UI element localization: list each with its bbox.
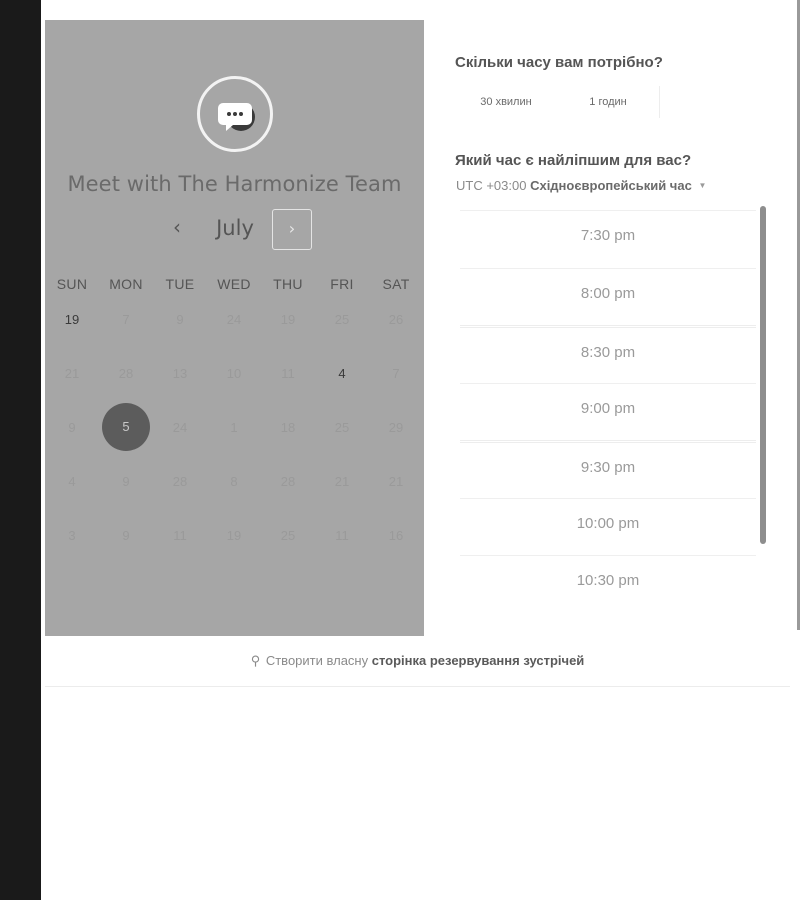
calendar-day: 21 (64, 365, 80, 381)
calendar-day: 21 (388, 473, 404, 489)
prev-month-button[interactable]: ‹ (163, 213, 191, 241)
calendar-day: 25 (334, 419, 350, 435)
calendar-week: 4 9 28 8 28 21 21 (45, 454, 424, 508)
time-slot[interactable]: 9:00 pm (460, 382, 756, 441)
calendar-day: 16 (388, 527, 404, 543)
calendar-panel: Meet with The Harmonize Team ‹ July › SU… (45, 20, 424, 636)
duration-option-60[interactable]: 1 годин (557, 86, 659, 118)
calendar-week: 3 9 11 19 25 11 16 (45, 508, 424, 562)
duration-question: Скільки часу вам потрібно? (455, 54, 663, 71)
time-slot[interactable]: 9:30 pm (460, 440, 756, 498)
slot-scrollbar[interactable] (760, 206, 766, 544)
calendar-day[interactable]: 4 (315, 366, 369, 381)
calendar-day: 4 (68, 473, 76, 489)
timezone-selector[interactable]: UTC +03:00 Східноєвропейський час ▼ (456, 178, 706, 193)
duration-selector: 30 хвилин 1 годин (455, 86, 660, 118)
weekday-thu: THU (273, 276, 303, 292)
timezone-name: Східноєвропейський час (530, 178, 692, 193)
calendar-day: 21 (334, 473, 350, 489)
weekday-fri: FRI (330, 276, 354, 292)
page-title: Meet with The Harmonize Team (67, 172, 402, 196)
next-month-button[interactable]: › (272, 209, 312, 250)
calendar-day: 7 (392, 365, 400, 381)
calendar-day: 28 (118, 365, 134, 381)
calendar-grid: 19 7 9 24 19 25 26 21 28 13 10 11 4 7 9 … (45, 292, 424, 562)
time-question: Який час є найліпшим для вас? (455, 152, 692, 169)
calendar-day: 13 (172, 365, 188, 381)
calendar-day: 24 (226, 311, 242, 327)
calendar-week: 21 28 13 10 11 4 7 (45, 346, 424, 400)
calendar-day: 3 (68, 527, 76, 543)
time-slot[interactable]: 10:00 pm (460, 497, 756, 556)
calendar-day: 19 (226, 527, 242, 543)
calendar-day: 9 (122, 473, 130, 489)
timezone-offset: UTC +03:00 (456, 178, 527, 193)
calendar-day: 9 (122, 527, 130, 543)
calendar-day: 1 (230, 419, 238, 435)
calendar-day: 11 (335, 527, 349, 543)
weekday-sun: SUN (56, 276, 88, 292)
time-slot-list: 7:30 pm 8:00 pm 8:30 pm 9:00 pm 9:30 pm … (460, 210, 756, 613)
calendar-day: 11 (173, 527, 187, 543)
weekday-sat: SAT (382, 276, 410, 292)
calendar-day: 24 (172, 419, 188, 435)
time-slot[interactable]: 8:00 pm (460, 267, 756, 326)
calendar-day: 18 (280, 419, 296, 435)
month-label: July (216, 216, 254, 240)
calendar-week: 19 7 9 24 19 25 26 (45, 292, 424, 346)
booking-footer: ⚲ Створити власну сторінка резервування … (45, 636, 790, 687)
calendar-day: 7 (122, 311, 130, 327)
selected-day-label: 5 (102, 403, 150, 451)
footer-link[interactable]: сторінка резервування зустрічей (372, 653, 585, 668)
calendar-day: 9 (68, 419, 76, 435)
left-edge-bar (0, 0, 41, 900)
time-slot[interactable]: 7:30 pm (460, 210, 756, 268)
calendar-week: 9 5 24 1 18 25 29 (45, 400, 424, 454)
selected-day[interactable]: 5 (99, 403, 153, 451)
calendar-day: 8 (230, 473, 238, 489)
calendar-day: 19 (280, 311, 296, 327)
calendar-day: 28 (280, 473, 296, 489)
calendar-day: 11 (281, 365, 295, 381)
time-slot[interactable]: 8:30 pm (460, 325, 756, 383)
calendar-day: 9 (176, 311, 184, 327)
time-slot[interactable]: 10:30 pm (460, 555, 756, 613)
weekday-header: SUN MON TUE WED THU FRI SAT (45, 276, 424, 292)
duration-option-30[interactable]: 30 хвилин (455, 86, 557, 118)
weekday-tue: TUE (165, 276, 195, 292)
calendar-day: 29 (388, 419, 404, 435)
calendar-day: 26 (388, 311, 404, 327)
calendar-day: 10 (226, 365, 242, 381)
weekday-wed: WED (217, 276, 251, 292)
calendar-day: 25 (334, 311, 350, 327)
calendar-day: 25 (280, 527, 296, 543)
weekday-mon: MON (109, 276, 143, 292)
chat-logo-icon (197, 76, 273, 152)
caret-down-icon: ▼ (698, 181, 707, 190)
footer-text: Створити власну (265, 653, 369, 668)
calendar-day: 28 (172, 473, 188, 489)
hubspot-sprocket-icon: ⚲ (250, 653, 261, 668)
calendar-day[interactable]: 19 (45, 312, 99, 327)
